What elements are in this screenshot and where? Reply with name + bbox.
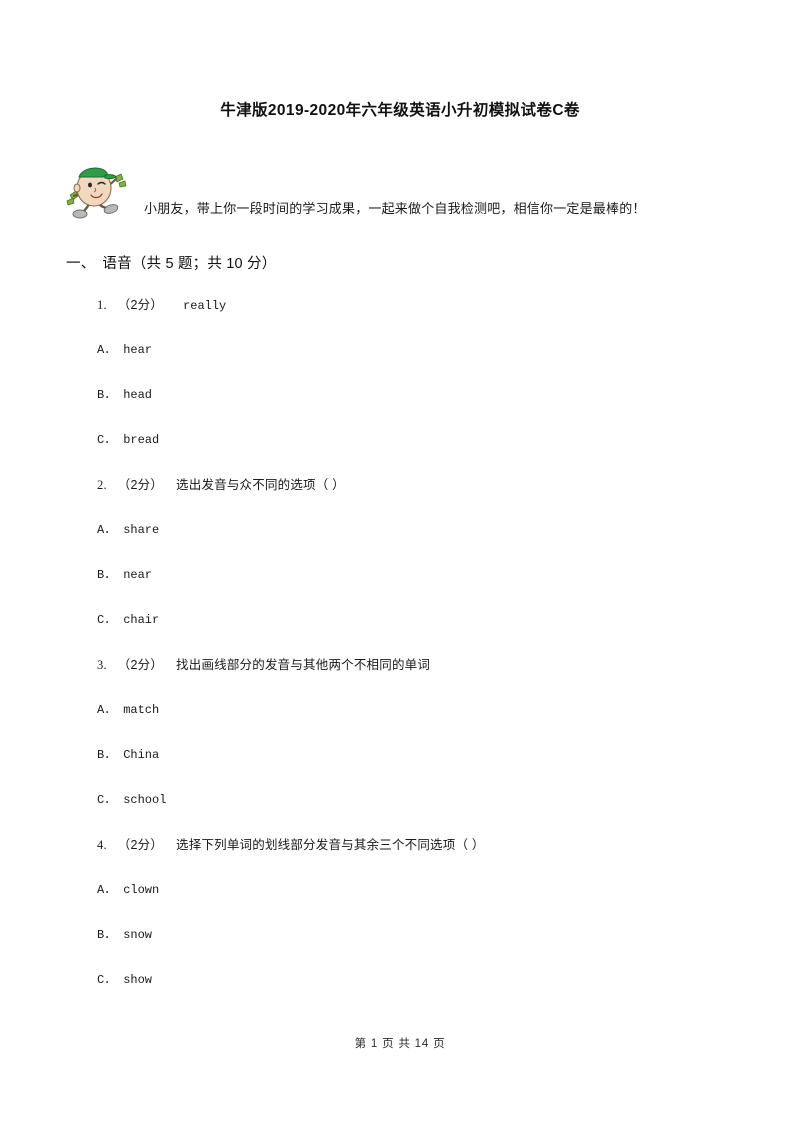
option-list: A． clown B． snow C． show xyxy=(97,883,757,1018)
question-item: 3. （2分） 找出画线部分的发音与其他两个不相同的单词 A． match B． Chi… xyxy=(97,658,757,838)
option-label: C． xyxy=(97,973,117,987)
question-item: 1. （2分） really A． hear B． head C． bread xyxy=(97,298,757,478)
question-item: 4. （2分） 选择下列单词的划线部分发音与其余三个不同选项（ ） A． clown … xyxy=(97,838,757,1018)
option-label: C． xyxy=(97,613,117,627)
exam-page: 牛津版2019-2020年六年级英语小升初模拟试卷C卷 小朋友，带上你一段时间的… xyxy=(0,0,800,1132)
question-score: （2分） xyxy=(117,658,164,672)
option-text: chair xyxy=(123,613,160,627)
question-text: 选择下列单词的划线部分发音与其余三个不同选项（ ） xyxy=(176,838,485,852)
option-text: snow xyxy=(123,928,153,942)
question-number: 2. xyxy=(97,478,107,492)
option-label: B． xyxy=(97,928,117,942)
option-item[interactable]: A． share xyxy=(97,523,757,568)
question-stem: 1. （2分） really xyxy=(97,298,757,343)
question-number: 3. xyxy=(97,658,107,672)
section-number: 一、 xyxy=(66,256,96,272)
option-list: A． share B． near C． chair xyxy=(97,523,757,658)
option-text: head xyxy=(123,388,153,402)
question-stem: 2. （2分） 选出发音与众不同的选项（ ） xyxy=(97,478,757,523)
option-list: A． hear B． head C． bread xyxy=(97,343,757,478)
question-score: （2分） xyxy=(117,298,164,312)
page-footer: 第 1 页 共 14 页 xyxy=(354,1038,446,1050)
option-item[interactable]: A． hear xyxy=(97,343,757,388)
intro-text: 小朋友，带上你一段时间的学习成果，一起来做个自我检测吧，相信你一定是最棒的！ xyxy=(144,201,646,216)
option-text: clown xyxy=(123,883,160,897)
option-item[interactable]: C． chair xyxy=(97,613,757,658)
option-text: near xyxy=(123,568,153,582)
intro-banner: 小朋友，带上你一段时间的学习成果，一起来做个自我检测吧，相信你一定是最棒的！ xyxy=(62,160,752,226)
question-text: 选出发音与众不同的选项（ ） xyxy=(176,478,345,492)
option-item[interactable]: B． near xyxy=(97,568,757,613)
option-item[interactable]: B． head xyxy=(97,388,757,433)
question-score: （2分） xyxy=(117,838,164,852)
question-stem: 4. （2分） 选择下列单词的划线部分发音与其余三个不同选项（ ） xyxy=(97,838,757,883)
option-label: A． xyxy=(97,883,117,897)
option-text: bread xyxy=(123,433,160,447)
option-label: B． xyxy=(97,568,117,582)
option-label: B． xyxy=(97,388,117,402)
option-item[interactable]: B． China xyxy=(97,748,757,793)
option-item[interactable]: C． school xyxy=(97,793,757,838)
question-item: 2. （2分） 选出发音与众不同的选项（ ） A． share B． near C． ch… xyxy=(97,478,757,658)
option-label: C． xyxy=(97,433,117,447)
question-score: （2分） xyxy=(117,478,164,492)
question-list: 1. （2分） really A． hear B． head C． bread 2. （2分… xyxy=(97,298,757,1018)
option-text: China xyxy=(123,748,160,762)
section-name: 语音 xyxy=(102,256,132,272)
question-text: really xyxy=(183,299,227,313)
question-stem: 3. （2分） 找出画线部分的发音与其他两个不相同的单词 xyxy=(97,658,757,703)
page-title: 牛津版2019-2020年六年级英语小升初模拟试卷C卷 xyxy=(220,102,580,119)
option-list: A． match B． China C． school xyxy=(97,703,757,838)
section-meta: （共 5 题；共 10 分） xyxy=(131,256,277,272)
option-item[interactable]: C． show xyxy=(97,973,757,1018)
section-heading: 一、 语音（共 5 题；共 10 分） xyxy=(66,252,276,273)
option-label: A． xyxy=(97,523,117,537)
option-item[interactable]: B． snow xyxy=(97,928,757,973)
option-text: match xyxy=(123,703,160,717)
question-text: 找出画线部分的发音与其他两个不相同的单词 xyxy=(176,658,431,672)
question-number: 1. xyxy=(97,298,107,312)
option-label: C． xyxy=(97,793,117,807)
option-item[interactable]: A． match xyxy=(97,703,757,748)
option-text: school xyxy=(123,793,167,807)
option-label: A． xyxy=(97,343,117,357)
option-label: B． xyxy=(97,748,117,762)
option-text: hear xyxy=(123,343,153,357)
option-item[interactable]: A． clown xyxy=(97,883,757,928)
option-text: share xyxy=(123,523,160,537)
cartoon-boy-icon xyxy=(62,160,128,222)
question-number: 4. xyxy=(97,838,107,852)
option-item[interactable]: C． bread xyxy=(97,433,757,478)
option-label: A． xyxy=(97,703,117,717)
option-text: show xyxy=(123,973,153,987)
